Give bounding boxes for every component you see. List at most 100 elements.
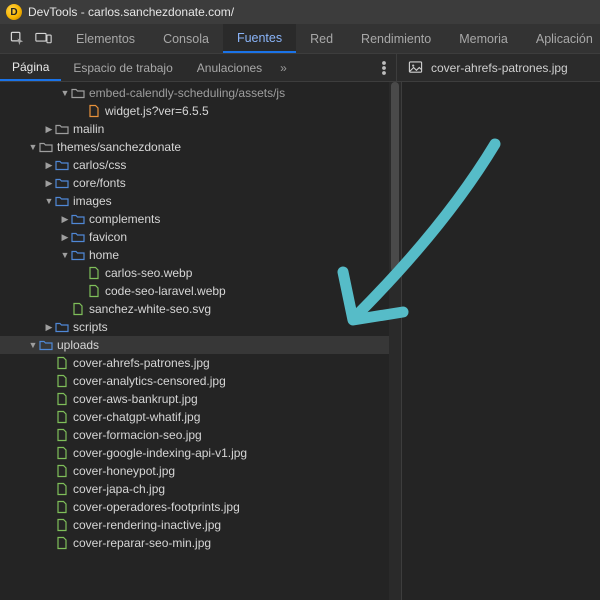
folder-icon <box>71 86 85 100</box>
tree-label: cover-operadores-footprints.jpg <box>73 500 240 514</box>
tree-label: cover-aws-bankrupt.jpg <box>73 392 198 406</box>
toolbar-leading <box>0 24 62 53</box>
navigator-tabs: Página Espacio de trabajo Anulaciones » <box>0 54 397 81</box>
editor-pane <box>401 82 600 600</box>
window-titlebar: D DevTools - carlos.sanchezdonate.com/ <box>0 0 600 24</box>
tree-row[interactable]: cover-rendering-inactive.jpg <box>0 516 389 534</box>
file-icon <box>55 536 69 550</box>
tree-label: sanchez-white-seo.svg <box>89 302 211 316</box>
inspect-icon[interactable] <box>10 31 25 46</box>
disclosure-arrow-icon[interactable]: ▶ <box>44 160 54 171</box>
file-icon <box>55 464 69 478</box>
tree-row[interactable]: sanchez-white-seo.svg <box>0 300 389 318</box>
tree-row[interactable]: ▶ favicon <box>0 228 389 246</box>
devtools-app-icon: D <box>6 4 22 20</box>
tree-row[interactable]: cover-japa-ch.jpg <box>0 480 389 498</box>
more-subtabs-icon[interactable]: » <box>274 54 293 81</box>
tree-row[interactable]: cover-aws-bankrupt.jpg <box>0 390 389 408</box>
file-icon <box>55 500 69 514</box>
subtab-workspace[interactable]: Espacio de trabajo <box>61 54 184 81</box>
subtab-page[interactable]: Página <box>0 54 61 81</box>
scrollbar-thumb[interactable] <box>391 82 399 272</box>
tab-elements[interactable]: Elementos <box>62 24 149 53</box>
window-title: DevTools - carlos.sanchezdonate.com/ <box>28 5 234 19</box>
disclosure-arrow-icon[interactable]: ▼ <box>60 88 70 98</box>
tree-label: complements <box>89 212 160 226</box>
folder-icon <box>55 122 69 136</box>
disclosure-arrow-icon[interactable]: ▶ <box>60 214 70 225</box>
tab-memory[interactable]: Memoria <box>445 24 522 53</box>
tree-label: cover-google-indexing-api-v1.jpg <box>73 446 247 460</box>
folder-icon <box>71 248 85 262</box>
tree-label: themes/sanchezdonate <box>57 140 181 154</box>
tree-row[interactable]: cover-formacion-seo.jpg <box>0 426 389 444</box>
editor-open-filename[interactable]: cover-ahrefs-patrones.jpg <box>431 61 568 75</box>
device-toggle-icon[interactable] <box>35 31 52 46</box>
tab-performance[interactable]: Rendimiento <box>347 24 445 53</box>
tree-row[interactable]: ▶ complements <box>0 210 389 228</box>
devtools-tabstrip: Elementos Consola Fuentes Red Rendimient… <box>0 24 600 54</box>
tree-row[interactable]: cover-google-indexing-api-v1.jpg <box>0 444 389 462</box>
tab-network[interactable]: Red <box>296 24 347 53</box>
tree-label: cover-analytics-censored.jpg <box>73 374 226 388</box>
tree-row[interactable]: ▼uploads <box>0 336 389 354</box>
disclosure-arrow-icon[interactable]: ▼ <box>60 250 70 260</box>
folder-icon <box>55 320 69 334</box>
navigator-menu-icon[interactable] <box>372 54 396 81</box>
tree-label: widget.js?ver=6.5.5 <box>105 104 209 118</box>
file-icon <box>55 356 69 370</box>
tree-label: cover-reparar-seo-min.jpg <box>73 536 211 550</box>
file-icon <box>55 482 69 496</box>
tree-row[interactable]: widget.js?ver=6.5.5 <box>0 102 389 120</box>
tree-row[interactable]: ▼ embed-calendly-scheduling/assets/js <box>0 84 389 102</box>
tab-sources[interactable]: Fuentes <box>223 24 296 53</box>
tree-row[interactable]: cover-chatgpt-whatif.jpg <box>0 408 389 426</box>
navigator-scrollbar[interactable] <box>389 82 401 600</box>
disclosure-arrow-icon[interactable]: ▼ <box>44 196 54 206</box>
tree-row[interactable]: cover-reparar-seo-min.jpg <box>0 534 389 552</box>
tree-row[interactable]: ▶mailin <box>0 120 389 138</box>
tree-row[interactable]: code-seo-laravel.webp <box>0 282 389 300</box>
folder-icon <box>55 176 69 190</box>
tree-row[interactable]: ▶scripts <box>0 318 389 336</box>
subtab-overrides[interactable]: Anulaciones <box>185 54 274 81</box>
tab-console[interactable]: Consola <box>149 24 223 53</box>
file-icon <box>55 428 69 442</box>
tree-label: cover-chatgpt-whatif.jpg <box>73 410 200 424</box>
disclosure-arrow-icon[interactable]: ▶ <box>44 124 54 135</box>
tree-label: core/fonts <box>73 176 126 190</box>
image-file-icon <box>407 60 423 76</box>
tree-row[interactable]: cover-honeypot.jpg <box>0 462 389 480</box>
disclosure-arrow-icon[interactable]: ▶ <box>44 322 54 333</box>
tree-label: carlos/css <box>73 158 126 172</box>
tree-row[interactable]: ▼ images <box>0 192 389 210</box>
file-icon <box>55 374 69 388</box>
file-navigator[interactable]: ▼ embed-calendly-scheduling/assets/js widg… <box>0 82 389 600</box>
tree-row[interactable]: ▶ carlos/css <box>0 156 389 174</box>
tree-label: embed-calendly-scheduling/assets/js <box>89 86 285 100</box>
sources-split: ▼ embed-calendly-scheduling/assets/js widg… <box>0 82 600 600</box>
folder-icon <box>55 194 69 208</box>
disclosure-arrow-icon[interactable]: ▶ <box>60 232 70 243</box>
disclosure-arrow-icon[interactable]: ▼ <box>28 142 38 152</box>
tree-row[interactable]: cover-analytics-censored.jpg <box>0 372 389 390</box>
file-icon <box>87 284 101 298</box>
tree-label: favicon <box>89 230 127 244</box>
file-icon <box>55 410 69 424</box>
tree-row[interactable]: ▼home <box>0 246 389 264</box>
disclosure-arrow-icon[interactable]: ▶ <box>44 178 54 189</box>
tree-row[interactable]: ▼ themes/sanchezdonate <box>0 138 389 156</box>
tree-label: code-seo-laravel.webp <box>105 284 226 298</box>
tree-row[interactable]: carlos-seo.webp <box>0 264 389 282</box>
tree-row[interactable]: cover-operadores-footprints.jpg <box>0 498 389 516</box>
tree-row[interactable]: cover-ahrefs-patrones.jpg <box>0 354 389 372</box>
file-icon <box>55 446 69 460</box>
disclosure-arrow-icon[interactable]: ▼ <box>28 340 38 350</box>
tree-row[interactable]: ▶ core/fonts <box>0 174 389 192</box>
folder-icon <box>39 338 53 352</box>
file-icon <box>55 518 69 532</box>
tree-label: images <box>73 194 112 208</box>
file-icon <box>87 266 101 280</box>
tab-application[interactable]: Aplicación <box>522 24 600 53</box>
file-icon <box>71 302 85 316</box>
